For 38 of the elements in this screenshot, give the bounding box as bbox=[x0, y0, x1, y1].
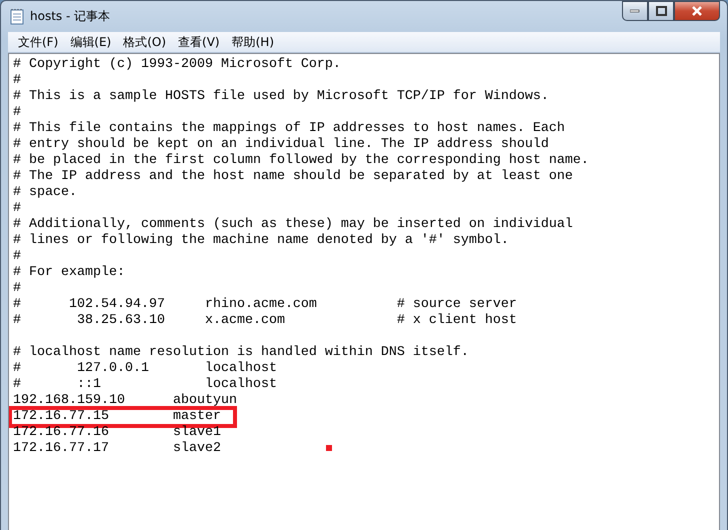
text-line: # Copyright (c) 1993-2009 Microsoft Corp. bbox=[13, 57, 341, 72]
text-line: # 102.54.94.97 rhino.acme.com # source server bbox=[13, 297, 517, 312]
text-line: # bbox=[13, 201, 21, 216]
text-line: 172.16.77.16 slave1 bbox=[13, 425, 221, 440]
menu-item[interactable]: 文件(F) bbox=[12, 34, 64, 50]
text-line: # bbox=[13, 281, 21, 296]
close-icon bbox=[691, 6, 703, 16]
text-line: 172.16.77.17 slave2 bbox=[13, 441, 221, 456]
text-line: # entry should be kept on an individual line. The IP address should bbox=[13, 137, 549, 152]
text-line: # This file contains the mappings of IP addresses to host names. Each bbox=[13, 121, 565, 136]
marker-square bbox=[326, 445, 332, 451]
maximize-icon bbox=[656, 6, 666, 16]
text-line: # 127.0.0.1 localhost bbox=[13, 361, 277, 376]
notepad-icon bbox=[10, 8, 24, 24]
text-line: # localhost name resolution is handled within DNS itself. bbox=[13, 345, 469, 360]
text-line: # The IP address and the host name should be separated by at least one bbox=[13, 169, 573, 184]
text-line: # lines or following the machine name denoted by a '#' symbol. bbox=[13, 233, 509, 248]
text-line: # bbox=[13, 73, 21, 88]
menu-item[interactable]: 帮助(H) bbox=[226, 34, 280, 50]
text-line: # 38.25.63.10 x.acme.com # x client host bbox=[13, 313, 517, 328]
minimize-button[interactable] bbox=[622, 1, 648, 21]
text-line: # be placed in the first column followed by the corresponding host name. bbox=[13, 153, 589, 168]
text-line: # Additionally, comments (such as these) may be inserted on individual bbox=[13, 217, 573, 232]
text-line: # ::1 localhost bbox=[13, 377, 277, 392]
text-line: # space. bbox=[13, 185, 77, 200]
text-line: 172.16.77.15 master bbox=[13, 409, 221, 424]
close-button[interactable] bbox=[674, 1, 720, 21]
text-line: # For example: bbox=[13, 265, 125, 280]
text-line: # bbox=[13, 249, 21, 264]
menu-item[interactable]: 查看(V) bbox=[172, 34, 226, 50]
maximize-button[interactable] bbox=[648, 1, 674, 21]
menu-item[interactable]: 编辑(E) bbox=[64, 34, 118, 50]
window-title: hosts - 记事本 bbox=[30, 8, 112, 25]
text-line: # This is a sample HOSTS file used by Microsoft TCP/IP for Windows. bbox=[13, 89, 549, 104]
text-line: # bbox=[13, 105, 21, 120]
text-line: 192.168.159.10 aboutyun bbox=[13, 393, 237, 408]
minimize-icon bbox=[630, 9, 640, 13]
menu-item[interactable]: 格式(O) bbox=[117, 34, 172, 50]
